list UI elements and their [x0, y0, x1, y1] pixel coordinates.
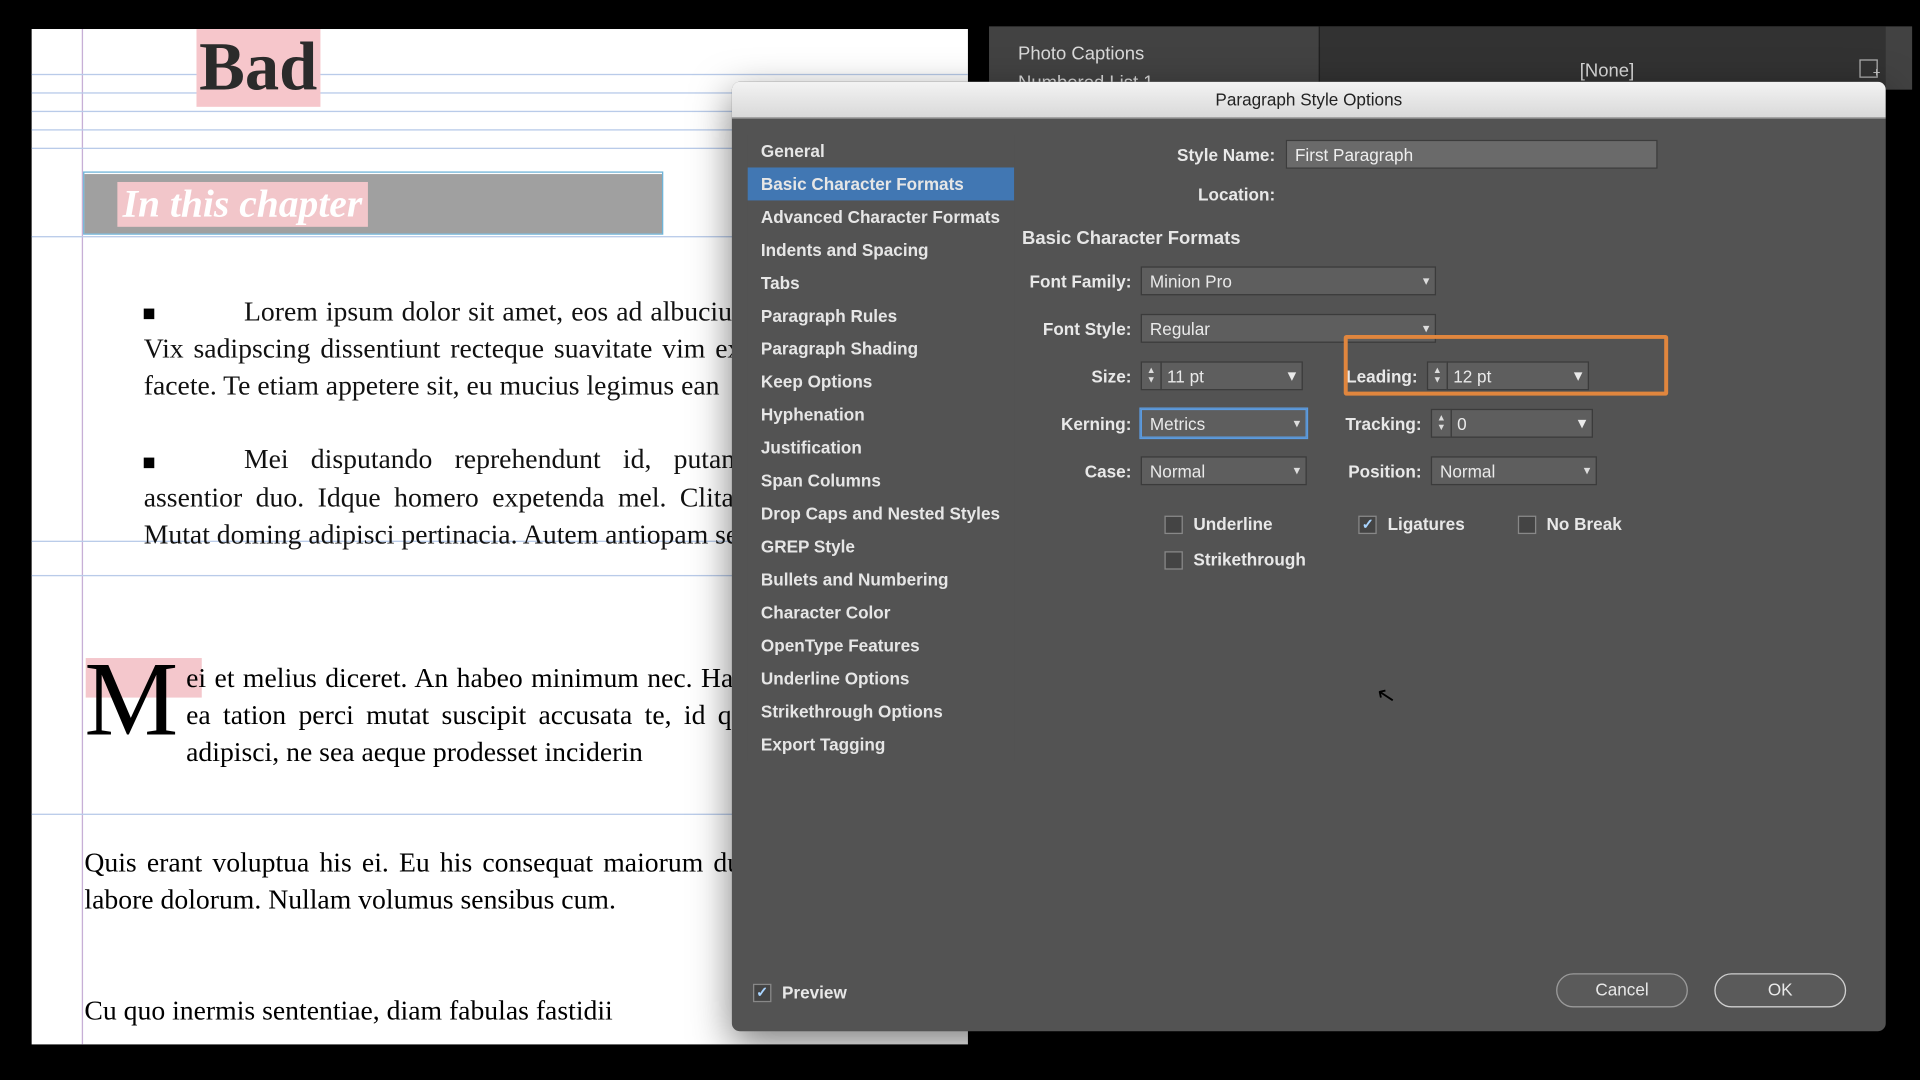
location-label: Location: [1022, 184, 1286, 204]
position-combo[interactable]: Normal ▾ [1431, 456, 1597, 485]
sidebar-item-opentype-features[interactable]: OpenType Features [748, 629, 1014, 662]
case-value: Normal [1150, 461, 1205, 481]
sidebar-item-drop-caps[interactable]: Drop Caps and Nested Styles [748, 497, 1014, 530]
sidebar-item-indents-and-spacing[interactable]: Indents and Spacing [748, 233, 1014, 266]
paragraph-text: Cu quo inermis sententiae, diam fabulas … [84, 994, 612, 1026]
sidebar-item-bullets-numbering[interactable]: Bullets and Numbering [748, 563, 1014, 596]
tracking-stepper[interactable]: ▲▼ [1431, 409, 1452, 438]
ligatures-label: Ligatures [1388, 514, 1465, 534]
ok-button[interactable]: OK [1714, 973, 1846, 1007]
case-label: Case: [1022, 461, 1141, 481]
preview-checkbox[interactable]: Preview [753, 982, 847, 1002]
sidebar-item-underline-options[interactable]: Underline Options [748, 662, 1014, 695]
sidebar-item-basic-character-formats[interactable]: Basic Character Formats [748, 167, 1014, 200]
case-combo[interactable]: Normal ▾ [1141, 456, 1307, 485]
sidebar-item-keep-options[interactable]: Keep Options [748, 365, 1014, 398]
kerning-combo[interactable]: Metrics ▾ [1141, 409, 1307, 438]
chevron-down-icon: ▾ [1288, 365, 1297, 386]
chevron-down-icon: ▾ [1584, 464, 1591, 479]
page-heading[interactable]: Bad [196, 29, 319, 107]
bullet-icon [144, 457, 155, 468]
tracking-value: 0 [1457, 413, 1467, 433]
leading-value: 12 pt [1453, 366, 1491, 386]
strikethrough-label: Strikethrough [1193, 550, 1305, 570]
panel-item[interactable]: Photo Captions [1018, 42, 1144, 63]
leading-combo[interactable]: 12 pt ▾ [1447, 361, 1589, 390]
style-name-label: Style Name: [1022, 144, 1286, 164]
font-family-combo[interactable]: Minion Pro ▾ [1141, 266, 1436, 295]
position-value: Normal [1440, 461, 1495, 481]
sidebar-item-strikethrough-options[interactable]: Strikethrough Options [748, 695, 1014, 728]
size-combo[interactable]: 11 pt ▾ [1160, 361, 1302, 390]
size-stepper[interactable]: ▲▼ [1141, 361, 1162, 390]
font-style-value: Regular [1150, 318, 1210, 338]
underline-checkbox[interactable]: Underline [1164, 514, 1305, 534]
drop-cap: M [84, 659, 186, 741]
strikethrough-checkbox[interactable]: Strikethrough [1164, 550, 1305, 570]
tracking-label: Tracking: [1307, 413, 1431, 433]
chevron-down-icon: ▾ [1574, 365, 1583, 386]
underline-label: Underline [1193, 514, 1272, 534]
kerning-label: Kerning: [1022, 413, 1141, 433]
sidebar-item-hyphenation[interactable]: Hyphenation [748, 398, 1014, 431]
section-heading: Basic Character Formats [1022, 227, 1866, 248]
leading-label: Leading: [1303, 366, 1427, 386]
preview-label: Preview [782, 982, 847, 1002]
nobreak-label: No Break [1547, 514, 1622, 534]
position-label: Position: [1307, 461, 1431, 481]
chevron-down-icon: ▾ [1294, 464, 1301, 479]
tracking-combo[interactable]: 0▾ [1451, 409, 1593, 438]
dialog-title: Paragraph Style Options [732, 82, 1886, 119]
panel-item[interactable]: [None] [1580, 59, 1634, 80]
chevron-down-icon: ▾ [1423, 274, 1430, 289]
font-family-value: Minion Pro [1150, 271, 1232, 291]
paragraph-style-options-dialog: Paragraph Style Options General Basic Ch… [732, 82, 1886, 1031]
sidebar-item-export-tagging[interactable]: Export Tagging [748, 728, 1014, 761]
sidebar-item-advanced-character-formats[interactable]: Advanced Character Formats [748, 200, 1014, 233]
chevron-down-icon: ▾ [1578, 413, 1587, 434]
new-style-icon[interactable] [1859, 59, 1877, 77]
sidebar-item-span-columns[interactable]: Span Columns [748, 464, 1014, 497]
size-label: Size: [1022, 366, 1141, 386]
chapter-heading-text: In this chapter [123, 181, 363, 225]
style-name-input[interactable] [1286, 140, 1658, 169]
font-style-label: Font Style: [1022, 318, 1141, 338]
bullet-icon [144, 309, 155, 320]
dialog-form: Style Name: Location: Basic Character Fo… [1022, 135, 1866, 570]
chapter-heading-block[interactable]: In this chapter [84, 174, 662, 233]
dialog-sidebar: General Basic Character Formats Advanced… [748, 135, 1014, 761]
leading-stepper[interactable]: ▲▼ [1427, 361, 1448, 390]
sidebar-item-justification[interactable]: Justification [748, 431, 1014, 464]
sidebar-item-general[interactable]: General [748, 135, 1014, 168]
sidebar-item-grep-style[interactable]: GREP Style [748, 530, 1014, 563]
font-style-combo[interactable]: Regular ▾ [1141, 314, 1436, 343]
nobreak-checkbox[interactable]: No Break [1517, 514, 1621, 534]
ligatures-checkbox[interactable]: Ligatures [1359, 514, 1465, 534]
cancel-button[interactable]: Cancel [1556, 973, 1688, 1007]
sidebar-item-tabs[interactable]: Tabs [748, 266, 1014, 299]
chevron-down-icon: ▾ [1423, 321, 1430, 336]
sidebar-item-paragraph-rules[interactable]: Paragraph Rules [748, 299, 1014, 332]
kerning-value: Metrics [1150, 413, 1205, 433]
sidebar-item-character-color[interactable]: Character Color [748, 596, 1014, 629]
font-family-label: Font Family: [1022, 271, 1141, 291]
sidebar-item-paragraph-shading[interactable]: Paragraph Shading [748, 332, 1014, 365]
size-value: 11 pt [1167, 366, 1204, 386]
chevron-down-icon: ▾ [1294, 416, 1301, 431]
